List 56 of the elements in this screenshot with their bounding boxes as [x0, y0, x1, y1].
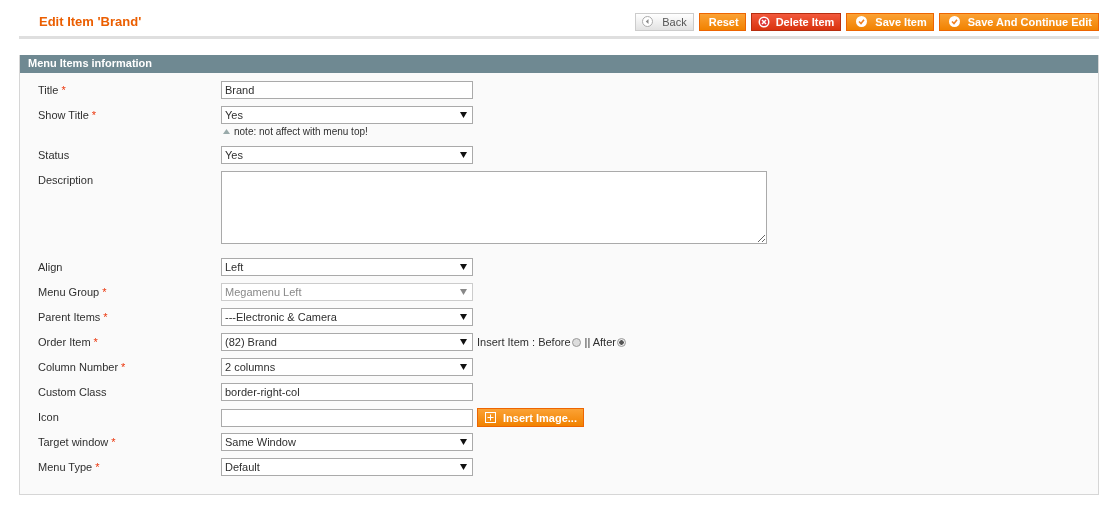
field-label: Show Title — [38, 109, 89, 121]
dropdown-arrow-icon — [460, 339, 467, 345]
dropdown-arrow-icon — [460, 112, 467, 118]
required-mark: * — [95, 461, 100, 473]
dropdown-arrow-icon — [460, 314, 467, 320]
field-label: Target window — [38, 436, 109, 448]
field-label: Menu Group — [38, 286, 100, 298]
page-title: Edit Item 'Brand' — [39, 14, 142, 29]
section-header: Menu Items information — [20, 55, 1098, 73]
radio-label: || After — [584, 336, 616, 348]
dropdown[interactable]: Default — [221, 458, 473, 476]
dropdown-arrow-icon — [460, 152, 467, 158]
back-button[interactable]: Back — [635, 12, 694, 31]
dropdown-arrow-icon — [460, 289, 467, 295]
cancel-icon — [757, 15, 770, 28]
radio-button[interactable] — [616, 337, 626, 347]
description-field[interactable] — [221, 171, 767, 244]
required-mark: * — [61, 84, 66, 96]
dropdown[interactable]: Yes — [221, 106, 473, 124]
dropdown[interactable]: Same Window — [221, 433, 473, 451]
dropdown[interactable]: ---Electronic & Camera — [221, 308, 473, 326]
field-label: Description — [38, 174, 94, 186]
text-field[interactable]: Brand — [221, 81, 473, 99]
dropdown[interactable]: (82) Brand — [221, 333, 473, 351]
required-mark: * — [91, 109, 97, 121]
radio-button[interactable] — [571, 337, 581, 347]
field-label: Order Item — [38, 336, 91, 348]
up-triangle-icon — [223, 129, 230, 134]
text-field[interactable]: border-right-col — [221, 383, 473, 401]
dropdown-arrow-icon — [460, 464, 467, 470]
radio-label: Insert Item : Before — [477, 336, 571, 348]
field-label: Parent Items — [38, 311, 101, 323]
dropdown-arrow-icon — [460, 364, 467, 370]
dropdown[interactable]: Left — [221, 258, 473, 276]
field-label: Align — [38, 261, 63, 273]
text-field[interactable] — [221, 408, 473, 427]
required-mark: * — [93, 336, 98, 348]
dropdown[interactable]: 2 columns — [221, 358, 473, 376]
dropdown-arrow-icon — [460, 264, 467, 270]
required-mark: * — [111, 436, 116, 448]
check-icon — [948, 16, 960, 27]
required-mark: * — [121, 361, 126, 373]
field-label: Status — [38, 149, 70, 161]
image-icon — [485, 412, 496, 423]
field-note: note: not affect with menu top! — [234, 126, 368, 137]
field-label: Menu Type — [38, 461, 93, 473]
delete-button[interactable]: Delete Item — [750, 12, 842, 31]
check-icon — [856, 16, 868, 27]
dropdown[interactable]: Yes — [221, 146, 473, 164]
field-label: Icon — [38, 411, 59, 423]
field-label: Custom Class — [38, 386, 107, 398]
required-mark: * — [103, 311, 108, 323]
dropdown-arrow-icon — [460, 439, 467, 445]
field-label: Column Number — [38, 361, 119, 373]
field-label: Title — [38, 84, 59, 96]
required-mark: * — [102, 286, 107, 298]
